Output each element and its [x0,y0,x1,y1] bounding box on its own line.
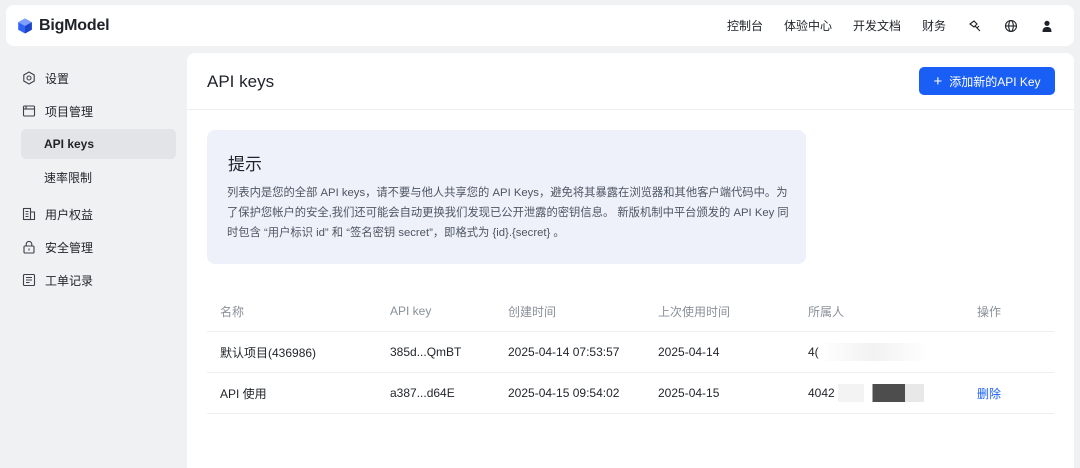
column-header-last-used: 上次使用时间 [658,304,731,319]
owner-redaction [818,343,929,361]
row-name: 默认项目(436986) [220,345,317,360]
tip-body: 列表内是您的全部 API keys，请不要与他人共享您的 API Keys，避免… [227,187,789,239]
sidebar-item-security[interactable]: 安全管理 [6,232,178,262]
sidebar-item-label: API keys [44,137,95,151]
add-api-key-button[interactable]: + 添加新的API Key [919,67,1055,95]
main-panel: API keys + 添加新的API Key 提示 列表内是您的全部 API k… [187,53,1074,468]
sidebar-item-label: 项目管理 [45,104,94,119]
chat-icon[interactable] [968,19,982,33]
delete-link[interactable]: 删除 [977,373,1001,413]
row-api-key: a387...d64E [390,386,455,400]
row-created: 2025-04-15 09:54:02 [508,386,620,400]
owner-redaction [837,384,924,402]
column-header-name: 名称 [220,304,245,319]
user-icon[interactable] [1040,19,1054,33]
sidebar-item-user-benefits[interactable]: 用户权益 [6,199,178,229]
sidebar: 设置 项目管理 API keys 速率限制 用户权益 安全管理 工单记录 [6,53,186,468]
top-bar: BigModel 控制台 体验中心 开发文档 财务 [6,5,1074,46]
nav-console[interactable]: 控制台 [727,17,763,34]
plus-icon: + [933,72,943,90]
sidebar-item-label: 用户权益 [45,207,94,222]
project-icon [22,105,36,117]
tip-box: 提示 列表内是您的全部 API keys，请不要与他人共享您的 API Keys… [207,130,806,264]
benefits-icon [22,207,36,221]
sidebar-subitem-api-keys[interactable]: API keys [21,129,176,159]
top-nav: 控制台 体验中心 开发文档 财务 [727,5,1054,46]
ticket-icon [22,273,36,287]
row-last-used: 2025-04-15 [658,386,720,400]
sidebar-item-label: 安全管理 [45,240,94,255]
row-name: API 使用 [220,386,267,401]
brand-name: BigModel [39,16,110,34]
column-header-created: 创建时间 [508,304,557,319]
tip-title: 提示 [228,155,262,174]
row-owner: 4( [808,332,929,372]
row-created: 2025-04-14 07:53:57 [508,345,620,359]
sidebar-subitem-rate-limit[interactable]: 速率限制 [21,162,176,192]
column-header-actions: 操作 [977,304,1002,319]
api-keys-table: 名称 API key 创建时间 上次使用时间 所属人 操作 默认项目(43698… [207,291,1054,414]
settings-icon [23,71,35,85]
owner-text: 4( [808,345,819,359]
row-last-used: 2025-04-14 [658,345,720,359]
sidebar-item-label: 速率限制 [44,170,93,185]
sidebar-item-project-management[interactable]: 项目管理 [6,96,178,126]
sidebar-item-label: 工单记录 [45,273,94,288]
row-api-key: 385d...QmBT [390,345,462,359]
nav-experience[interactable]: 体验中心 [784,17,832,34]
column-header-api-key: API key [390,304,432,318]
row-owner: 4042 [808,373,924,413]
column-header-owner: 所属人 [808,304,845,319]
table-header: 名称 API key 创建时间 上次使用时间 所属人 操作 [207,291,1054,332]
owner-text: 4042 [808,386,835,400]
sidebar-item-settings[interactable]: 设置 [6,63,178,93]
main-header: API keys + 添加新的API Key [187,53,1074,110]
globe-icon[interactable] [1004,19,1018,33]
bigmodel-logo-icon [18,18,32,33]
nav-docs[interactable]: 开发文档 [853,17,901,34]
nav-finance[interactable]: 财务 [922,17,946,34]
table-row: 默认项目(436986) 385d...QmBT 2025-04-14 07:5… [207,332,1054,373]
page-title: API keys [207,72,275,91]
lock-icon [23,240,35,254]
brand-logo[interactable]: BigModel [17,16,110,35]
sidebar-item-tickets[interactable]: 工单记录 [6,265,178,295]
sidebar-item-label: 设置 [45,71,70,86]
add-api-key-label: 添加新的API Key [949,74,1041,89]
table-row: API 使用 a387...d64E 2025-04-15 09:54:02 2… [207,373,1054,414]
